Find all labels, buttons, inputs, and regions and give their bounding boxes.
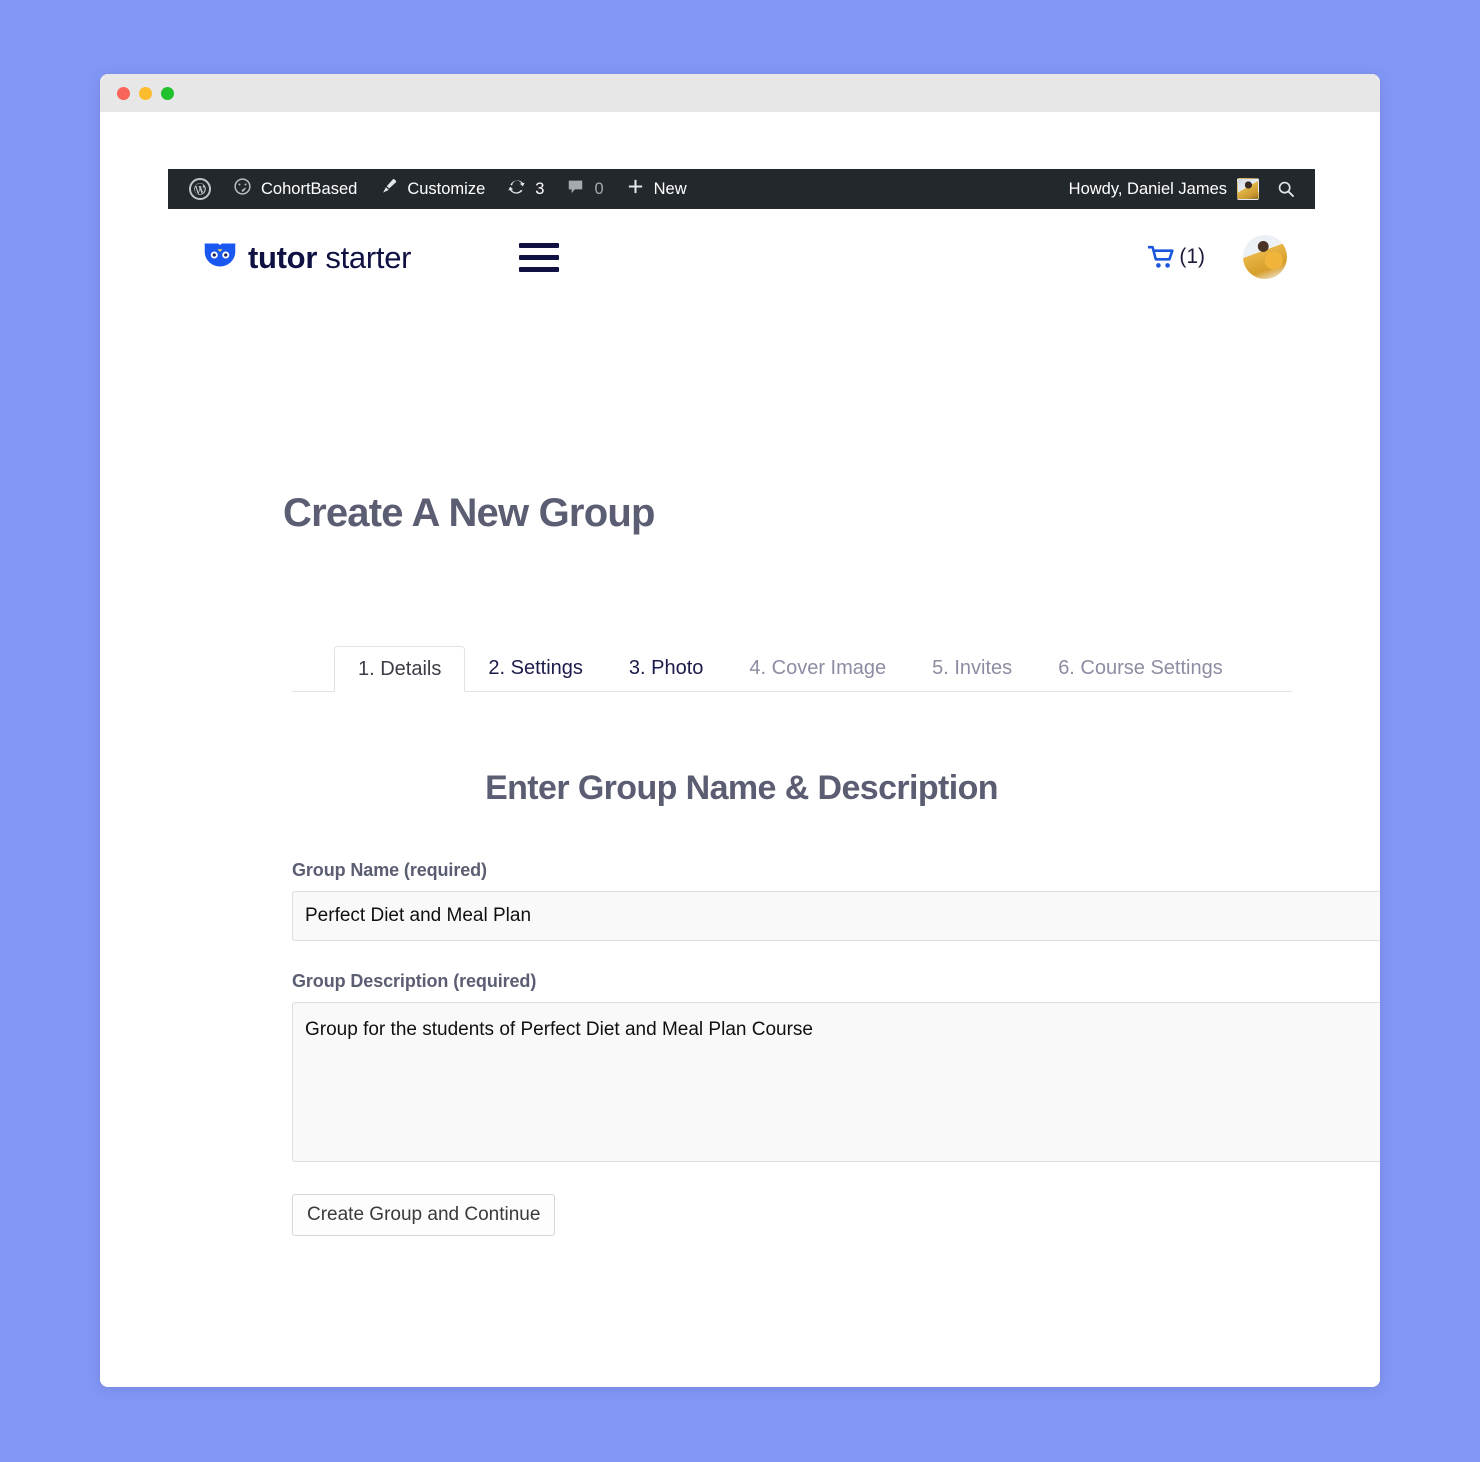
- tab-invites[interactable]: 5. Invites: [909, 646, 1035, 692]
- brand-wordmark: tutor starter: [248, 242, 411, 273]
- group-description-label: Group Description (required): [292, 971, 537, 991]
- cart-count-label: (1): [1179, 245, 1205, 268]
- tab-course-settings[interactable]: 6. Course Settings: [1035, 646, 1246, 692]
- admin-search-button[interactable]: [1269, 169, 1303, 209]
- wordpress-icon: [189, 178, 211, 200]
- window-titlebar: [100, 74, 1380, 112]
- updates-menu[interactable]: 3: [496, 169, 555, 209]
- comments-count: 0: [594, 179, 604, 198]
- tab-details[interactable]: 1. Details: [334, 646, 466, 692]
- brand-name-light: starter: [325, 239, 412, 275]
- tab-cover-image[interactable]: 4. Cover Image: [726, 646, 909, 692]
- page-title: Create A New Group: [283, 491, 655, 535]
- dashboard-icon: [233, 177, 252, 201]
- paintbrush-icon: [379, 177, 398, 201]
- howdy-menu[interactable]: Howdy, Daniel James: [1059, 178, 1269, 200]
- header-right-actions: (1): [1148, 235, 1315, 279]
- new-content-label: New: [653, 179, 687, 198]
- create-group-form: Group Name (required) Group Description …: [292, 860, 1380, 1236]
- site-name-menu[interactable]: CohortBased: [222, 169, 368, 209]
- new-content-menu[interactable]: New: [615, 169, 698, 209]
- owl-logo-icon: [203, 242, 237, 273]
- hamburger-bar: [519, 266, 560, 272]
- page-viewport: CohortBased Customize 3 0 New Howdy, Dan…: [100, 112, 1380, 1387]
- search-icon: [1278, 181, 1294, 197]
- tab-photo[interactable]: 3. Photo: [606, 646, 727, 692]
- hamburger-menu-icon[interactable]: [519, 242, 560, 272]
- wizard-tabs: 1. Details 2. Settings 3. Photo 4. Cover…: [292, 645, 1292, 692]
- group-name-input[interactable]: [292, 891, 1380, 941]
- site-header: tutor starter (1): [168, 209, 1315, 305]
- field-spacer: [292, 941, 1380, 971]
- wp-admin-bar: CohortBased Customize 3 0 New Howdy, Dan…: [168, 169, 1315, 209]
- site-logo[interactable]: tutor starter: [203, 242, 411, 273]
- shopping-cart-icon: [1148, 245, 1174, 268]
- group-description-textarea[interactable]: Group for the students of Perfect Diet a…: [292, 1002, 1380, 1162]
- section-heading: Enter Group Name & Description: [485, 769, 998, 807]
- main-content: Create A New Group 1. Details 2. Setting…: [168, 305, 1380, 1236]
- updates-refresh-icon: [507, 177, 526, 201]
- customize-label: Customize: [407, 179, 486, 198]
- site-name-label: CohortBased: [261, 179, 358, 198]
- submit-row: Create Group and Continue: [292, 1194, 1380, 1236]
- admin-avatar: [1237, 178, 1259, 200]
- close-window-button[interactable]: [117, 86, 130, 100]
- plus-icon: [626, 177, 645, 201]
- comments-menu[interactable]: 0: [555, 169, 614, 209]
- minimize-window-button[interactable]: [139, 86, 152, 100]
- group-name-label: Group Name (required): [292, 860, 487, 880]
- browser-window: CohortBased Customize 3 0 New Howdy, Dan…: [100, 74, 1380, 1387]
- hamburger-bar: [519, 242, 560, 248]
- updates-count: 3: [535, 179, 545, 198]
- comment-bubble-icon: [566, 177, 585, 201]
- create-group-and-continue-button[interactable]: Create Group and Continue: [292, 1194, 556, 1236]
- zoom-window-button[interactable]: [161, 86, 174, 100]
- cart-button[interactable]: (1): [1148, 245, 1205, 270]
- brand-name-bold: tutor: [248, 239, 318, 275]
- admin-bar-right: Howdy, Daniel James: [1059, 169, 1315, 209]
- howdy-label: Howdy, Daniel James: [1068, 179, 1227, 198]
- hamburger-bar: [519, 254, 560, 260]
- tab-settings[interactable]: 2. Settings: [465, 646, 606, 692]
- wp-logo-menu[interactable]: [178, 169, 222, 209]
- user-avatar[interactable]: [1243, 235, 1287, 279]
- customize-menu[interactable]: Customize: [368, 169, 496, 209]
